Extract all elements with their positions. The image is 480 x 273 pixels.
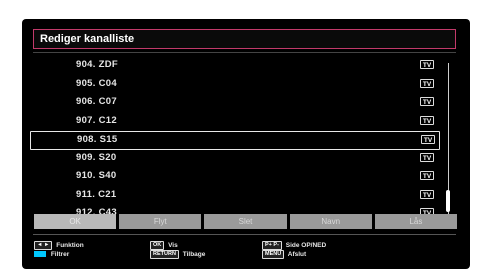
channel-row[interactable]: 909. S20 TV	[30, 150, 440, 169]
help-filtrer-label: Filtrer	[50, 251, 70, 258]
tv-icon: TV	[420, 152, 434, 162]
help-tilbage-label: Tilbage	[182, 251, 206, 259]
menu-key-icon: MENU	[262, 250, 285, 259]
channel-label: 910. S40	[76, 170, 117, 181]
channel-label: 904. ZDF	[76, 59, 118, 70]
channel-row[interactable]: 908. S15 TV	[30, 131, 440, 150]
channel-row[interactable]: 907. C12 TV	[30, 113, 440, 132]
tv-icon: TV	[421, 135, 435, 144]
action-bar: OK Flyt Slet Navn Lås	[34, 214, 458, 229]
return-key-icon: RETURN	[150, 250, 179, 259]
divider	[33, 234, 456, 235]
scrollbar[interactable]	[446, 63, 450, 215]
channel-label: 909. S20	[76, 151, 117, 163]
delete-button[interactable]: Slet	[204, 214, 287, 229]
tv-icon: TV	[420, 115, 434, 125]
ok-button[interactable]: OK	[34, 214, 117, 229]
tv-icon: TV	[420, 78, 434, 88]
page-title: Rediger kanalliste	[33, 29, 456, 49]
tv-icon: TV	[420, 97, 434, 106]
tv-icon: TV	[420, 60, 434, 69]
page-keys-icon: P+ P-	[262, 241, 282, 250]
rename-button[interactable]: Navn	[289, 214, 372, 229]
lock-button[interactable]: Lås	[374, 214, 458, 229]
help-funktion-label: Funktion	[56, 242, 84, 250]
channel-row[interactable]: 906. C07 TV	[30, 94, 440, 113]
channel-list-screen: Rediger kanalliste 904. ZDF TV 905. C04 TV 9…	[22, 19, 470, 269]
cyan-key-icon	[34, 251, 46, 258]
channel-row[interactable]: 905. C04 TV	[30, 76, 440, 95]
channel-list: 904. ZDF TV 905. C04 TV 906. C07 TV 907. C12 TV…	[30, 57, 440, 224]
help-group-function: ◄ ► Funktion Filtrer	[34, 241, 84, 259]
divider	[33, 52, 456, 53]
tv-icon: TV	[420, 171, 434, 180]
channel-label: 905. C04	[76, 77, 117, 89]
channel-label: 907. C12	[76, 114, 117, 126]
help-vis-label: Vis	[168, 242, 178, 250]
channel-row[interactable]: 904. ZDF TV	[30, 57, 440, 76]
scrollbar-thumb[interactable]	[446, 190, 450, 212]
move-button[interactable]: Flyt	[119, 214, 202, 229]
channel-row[interactable]: 910. S40 TV	[30, 168, 440, 187]
help-side-label: Side OP/NED	[285, 242, 327, 250]
help-afslut-label: Afslut	[287, 251, 307, 259]
ok-key-icon: OK	[150, 241, 165, 250]
channel-label: 911. C21	[76, 188, 117, 200]
tv-icon: TV	[420, 189, 434, 199]
left-right-keys-icon: ◄ ►	[34, 241, 53, 250]
channel-row[interactable]: 911. C21 TV	[30, 187, 440, 206]
help-group-view: OK Vis RETURN Tilbage	[150, 241, 205, 259]
help-group-page: P+ P- Side OP/NED MENU Afslut	[262, 241, 326, 259]
channel-label: 906. C07	[76, 96, 117, 107]
channel-label: 908. S15	[77, 134, 118, 145]
